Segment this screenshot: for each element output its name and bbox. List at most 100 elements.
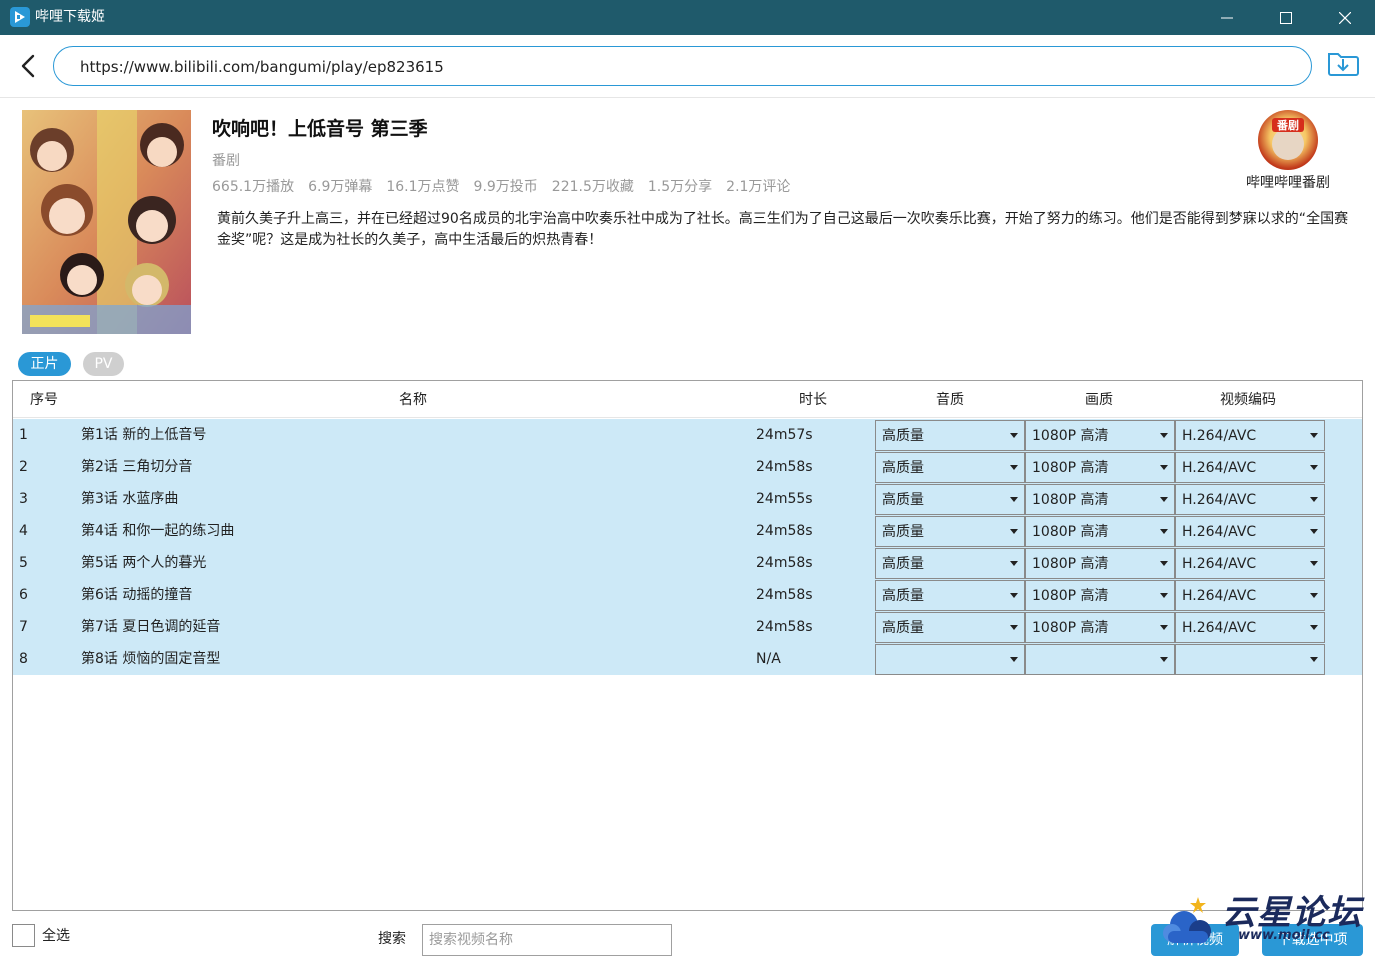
video-quality-select[interactable] [1025,644,1175,675]
video-codec-select[interactable]: H.264/AVC [1175,548,1325,579]
dropdown-arrow-icon [1010,497,1018,502]
dropdown-arrow-icon [1310,657,1318,662]
row-duration: 24m58s [756,555,813,571]
search-input[interactable] [422,924,672,956]
search-label: 搜索 [378,931,406,947]
video-quality-select-value: 1080P 高清 [1032,460,1109,476]
audio-quality-select[interactable]: 高质量 [875,420,1025,451]
audio-quality-select[interactable]: 高质量 [875,452,1025,483]
video-codec-select-value: H.264/AVC [1182,428,1257,444]
video-quality-select[interactable]: 1080P 高清 [1025,516,1175,547]
stat-shares: 1.5万分享 [647,179,713,195]
video-codec-select[interactable]: H.264/AVC [1175,516,1325,547]
video-codec-select-value: H.264/AVC [1182,524,1257,540]
audio-quality-select-value: 高质量 [882,588,924,604]
uploader[interactable]: 番剧 哔哩哔哩番剧 [1236,110,1340,196]
audio-quality-select[interactable]: 高质量 [875,580,1025,611]
video-codec-select[interactable]: H.264/AVC [1175,420,1325,451]
download-manager-button[interactable] [1326,46,1360,78]
video-quality-select[interactable]: 1080P 高清 [1025,612,1175,643]
row-duration: 24m58s [756,523,813,539]
dropdown-arrow-icon [1010,625,1018,630]
app-logo-icon [10,7,30,27]
dropdown-arrow-icon [1160,497,1168,502]
header-name: 名称 [399,392,427,408]
stat-coins: 9.9万投币 [473,179,538,195]
table-row[interactable]: 3 第3话 水蓝序曲 24m55s 高质量 1080P 高清 H.264/AVC [13,483,1362,515]
title-bar: 哔哩下载姬 [0,0,1375,35]
header-codec: 视频编码 [1220,392,1276,408]
video-codec-select[interactable]: H.264/AVC [1175,484,1325,515]
video-quality-select[interactable]: 1080P 高清 [1025,484,1175,515]
table-row[interactable]: 7 第7话 夏日色调的延音 24m58s 高质量 1080P 高清 H.264/AVC [13,611,1362,643]
back-button[interactable] [12,50,44,82]
dropdown-arrow-icon [1160,465,1168,470]
audio-quality-select-value: 高质量 [882,556,924,572]
row-duration: 24m58s [756,459,813,475]
maximize-icon [1280,11,1292,24]
row-index: 7 [19,619,28,635]
dropdown-arrow-icon [1010,561,1018,566]
dropdown-arrow-icon [1310,593,1318,598]
table-row[interactable]: 5 第5话 两个人的暮光 24m58s 高质量 1080P 高清 H.264/AVC [13,547,1362,579]
video-codec-select[interactable]: H.264/AVC [1175,580,1325,611]
url-text: https://www.bilibili.com/bangumi/play/ep… [80,58,444,76]
download-selected-button[interactable]: 下载选中项 [1262,924,1363,956]
table-row[interactable]: 2 第2话 三角切分音 24m58s 高质量 1080P 高清 H.264/AVC [13,451,1362,483]
table-header: 序号 名称 时长 音质 画质 视频编码 [13,381,1362,418]
dropdown-arrow-icon [1010,657,1018,662]
dropdown-arrow-icon [1010,593,1018,598]
show-description: 黄前久美子升上高三，并在已经超过90名成员的北宇治高中吹奏乐社中成为了社长。高三… [217,211,1349,248]
show-stats: 665.1万播放 6.9万弹幕 16.1万点赞 9.9万投币 221.5万收藏 … [212,178,790,196]
minimize-button[interactable] [1198,0,1256,35]
table-row[interactable]: 1 第1话 新的上低音号 24m57s 高质量 1080P 高清 H.264/AVC [13,419,1362,451]
stat-likes: 16.1万点赞 [386,179,460,195]
video-quality-select[interactable]: 1080P 高清 [1025,548,1175,579]
video-quality-select-value: 1080P 高清 [1032,588,1109,604]
tab-pv[interactable]: PV [83,352,124,376]
video-codec-select-value: H.264/AVC [1182,588,1257,604]
episode-table: 序号 名称 时长 音质 画质 视频编码 1 第1话 新的上低音号 24m57s 高质量… [12,380,1363,911]
dropdown-arrow-icon [1010,433,1018,438]
table-row[interactable]: 6 第6话 动摇的撞音 24m58s 高质量 1080P 高清 H.264/AVC [13,579,1362,611]
video-codec-select[interactable]: H.264/AVC [1175,612,1325,643]
cover-image [22,110,191,334]
video-quality-select-value: 1080P 高清 [1032,428,1109,444]
audio-quality-select[interactable] [875,644,1025,675]
row-index: 5 [19,555,28,571]
dropdown-arrow-icon [1010,465,1018,470]
tab-main[interactable]: 正片 [18,352,71,376]
close-button[interactable] [1316,0,1374,35]
dropdown-arrow-icon [1310,433,1318,438]
dropdown-arrow-icon [1160,657,1168,662]
video-quality-select[interactable]: 1080P 高清 [1025,452,1175,483]
select-all-checkbox[interactable] [12,924,35,947]
row-index: 3 [19,491,28,507]
dropdown-arrow-icon [1310,465,1318,470]
video-quality-select[interactable]: 1080P 高清 [1025,580,1175,611]
stat-favorites: 221.5万收藏 [551,179,634,195]
table-row[interactable]: 8 第8话 烦恼的固定音型 N/A [13,643,1362,675]
video-quality-select-value: 1080P 高清 [1032,620,1109,636]
url-input[interactable]: https://www.bilibili.com/bangumi/play/ep… [53,46,1312,86]
dropdown-arrow-icon [1310,561,1318,566]
audio-quality-select[interactable]: 高质量 [875,484,1025,515]
maximize-button[interactable] [1257,0,1315,35]
video-codec-select-value: H.264/AVC [1182,620,1257,636]
show-title: 吹响吧！上低音号 第三季 [212,118,428,140]
audio-quality-select[interactable]: 高质量 [875,548,1025,579]
video-quality-select-value: 1080P 高清 [1032,492,1109,508]
audio-quality-select[interactable]: 高质量 [875,516,1025,547]
video-codec-select[interactable]: H.264/AVC [1175,452,1325,483]
parse-video-button[interactable]: 解析视频 [1151,924,1239,956]
video-codec-select[interactable] [1175,644,1325,675]
video-quality-select[interactable]: 1080P 高清 [1025,420,1175,451]
audio-quality-select[interactable]: 高质量 [875,612,1025,643]
avatar: 番剧 [1258,110,1318,170]
show-type: 番剧 [212,153,240,169]
video-codec-select-value: H.264/AVC [1182,460,1257,476]
dropdown-arrow-icon [1160,561,1168,566]
dropdown-arrow-icon [1310,529,1318,534]
table-row[interactable]: 4 第4话 和你一起的练习曲 24m58s 高质量 1080P 高清 H.264/AVC [13,515,1362,547]
select-all-label: 全选 [42,928,70,944]
